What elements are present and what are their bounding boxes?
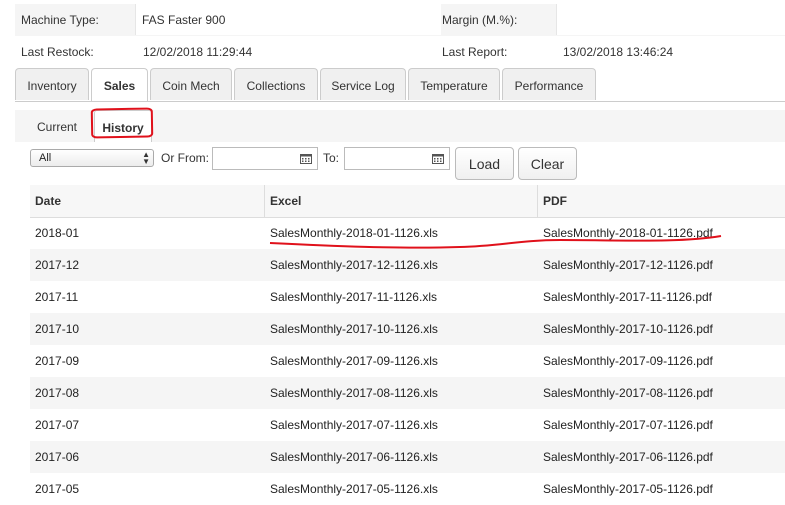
pdf-file-link[interactable]: SalesMonthly-2017-09-1126.pdf [543,345,713,377]
date-cell: 2017-07 [35,418,80,432]
date-cell: 2017-10 [35,322,80,336]
pdf-file-link[interactable]: SalesMonthly-2017-07-1126.pdf [543,409,713,441]
date-cell: 2017-08 [35,386,80,400]
last-report-label: Last Report: [442,45,508,59]
to-date-input[interactable] [344,147,450,170]
select-arrows-icon: ▲ ▼ [142,150,150,166]
date-filter: All ▲ ▼ Or From: To: Load Clear [30,146,785,186]
pdf-file-link[interactable]: SalesMonthly-2017-08-1126.pdf [543,377,713,409]
column-header-excel[interactable]: Excel [270,185,301,217]
or-from-label: Or From: [161,151,209,165]
column-header-date[interactable]: Date [35,185,61,217]
pdf-file-link[interactable]: SalesMonthly-2017-12-1126.pdf [543,249,713,281]
clear-button[interactable]: Clear [518,147,577,180]
table-row: 2017-07 SalesMonthly-2017-07-1126.xls Sale… [30,409,785,441]
table-row: 2017-06 SalesMonthly-2017-06-1126.xls Sale… [30,441,785,473]
last-restock-value: 12/02/2018 11:29:44 [143,45,253,59]
date-cell: 2018-01 [35,226,80,240]
tab-temperature[interactable]: Temperature [408,68,500,100]
date-cell: 2017-06 [35,450,80,464]
subtab-current[interactable]: Current [25,110,89,142]
excel-file-link[interactable]: SalesMonthly-2018-01-1126.xls [270,217,438,249]
date-cell: 2017-12 [35,258,80,272]
excel-file-link[interactable]: SalesMonthly-2017-10-1126.xls [270,313,438,345]
calendar-icon[interactable] [432,153,444,164]
date-cell: 2017-05 [35,482,80,496]
table-header: Date Excel PDF [30,185,785,218]
excel-file-link[interactable]: SalesMonthly-2017-08-1126.xls [270,377,438,409]
tab-service-log[interactable]: Service Log [320,68,406,100]
tab-inventory[interactable]: Inventory [15,68,89,100]
excel-file-link[interactable]: SalesMonthly-2017-07-1126.xls [270,409,438,441]
date-cell: 2017-09 [35,354,80,368]
table-row: 2017-05 SalesMonthly-2017-05-1126.xls Sale… [30,473,785,505]
subtab-history[interactable]: History [94,110,152,142]
table-row: 2017-12 SalesMonthly-2017-12-1126.xls Sale… [30,249,785,281]
machine-type-label: Machine Type: [21,13,99,27]
from-date-input[interactable] [212,147,318,170]
period-select-value: All [39,152,52,164]
last-restock-label: Last Restock: [21,45,94,59]
machine-info-row-1: Machine Type: FAS Faster 900 Margin (M.%… [15,4,785,36]
tab-coin-mech[interactable]: Coin Mech [150,68,232,100]
to-label: To: [323,151,340,165]
pdf-file-link[interactable]: SalesMonthly-2017-11-1126.pdf [543,281,712,313]
excel-file-link[interactable]: SalesMonthly-2017-12-1126.xls [270,249,438,281]
tab-collections[interactable]: Collections [234,68,318,100]
pdf-file-link[interactable]: SalesMonthly-2018-01-1126.pdf [543,217,713,249]
margin-label: Margin (M.%): [442,13,518,27]
machine-info-row-2: Last Restock: 12/02/2018 11:29:44 Last R… [15,36,785,68]
sales-subtabs: Current History [15,108,785,143]
last-report-value: 13/02/2018 13:46:24 [563,45,674,59]
tab-sales[interactable]: Sales [91,68,148,101]
period-select[interactable]: All ▲ ▼ [30,149,154,167]
pdf-file-link[interactable]: SalesMonthly-2017-06-1126.pdf [543,441,713,473]
machine-type-value: FAS Faster 900 [142,13,226,27]
pdf-file-link[interactable]: SalesMonthly-2017-05-1126.pdf [543,473,713,505]
table-row: 2017-11 SalesMonthly-2017-11-1126.xls Sale… [30,281,785,313]
tab-performance[interactable]: Performance [502,68,596,100]
table-row: 2017-08 SalesMonthly-2017-08-1126.xls Sale… [30,377,785,409]
column-header-pdf[interactable]: PDF [543,185,567,217]
table-row: 2018-01 SalesMonthly-2018-01-1126.xls Sale… [30,217,785,249]
date-cell: 2017-11 [35,290,79,304]
table-row: 2017-09 SalesMonthly-2017-09-1126.xls Sale… [30,345,785,377]
pdf-file-link[interactable]: SalesMonthly-2017-10-1126.pdf [543,313,713,345]
excel-file-link[interactable]: SalesMonthly-2017-05-1126.xls [270,473,438,505]
main-tabs: Inventory Sales Coin Mech Collections Se… [15,68,785,102]
excel-file-link[interactable]: SalesMonthly-2017-11-1126.xls [270,281,437,313]
load-button[interactable]: Load [455,147,514,180]
calendar-icon[interactable] [300,153,312,164]
table-row: 2017-10 SalesMonthly-2017-10-1126.xls Sale… [30,313,785,345]
excel-file-link[interactable]: SalesMonthly-2017-06-1126.xls [270,441,438,473]
excel-file-link[interactable]: SalesMonthly-2017-09-1126.xls [270,345,438,377]
